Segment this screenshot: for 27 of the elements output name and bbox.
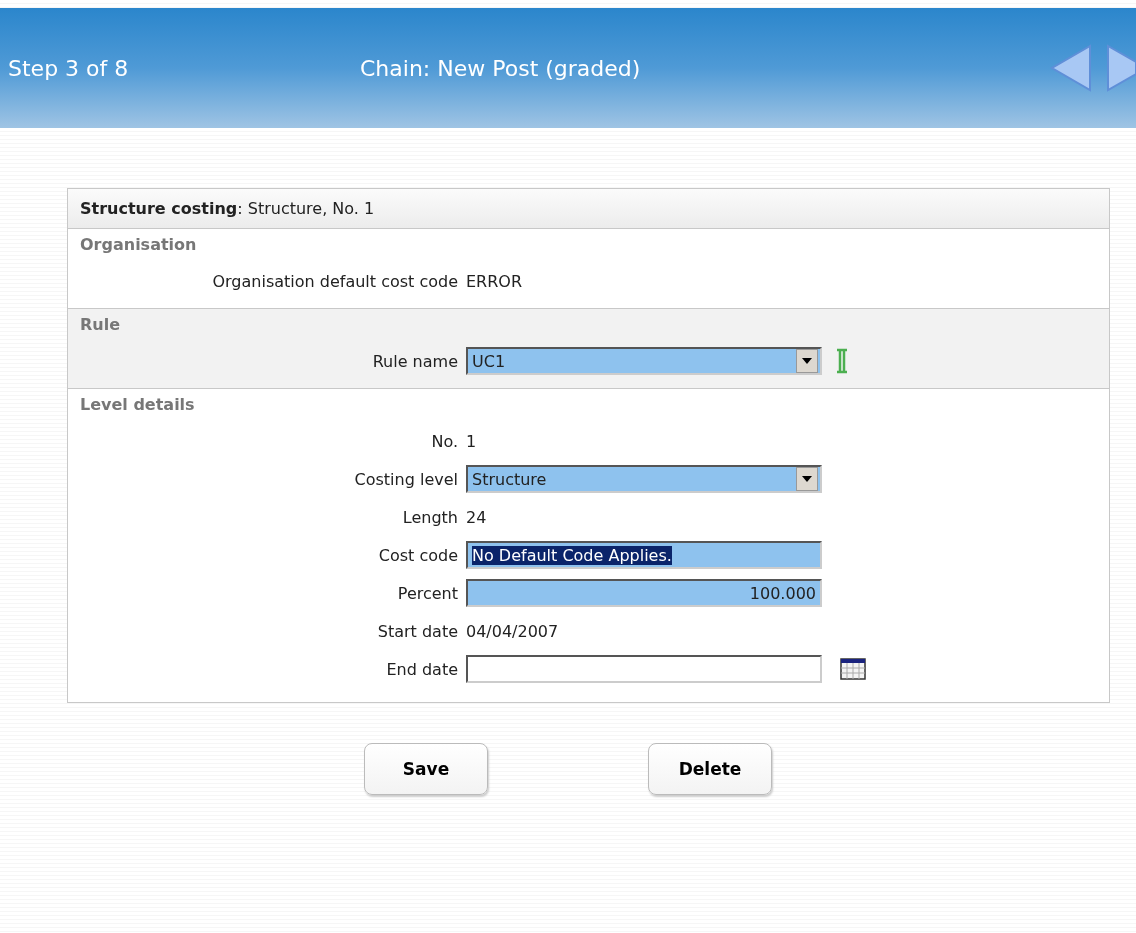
page-title: Chain: New Post (graded) <box>360 55 642 81</box>
section-title: Level details <box>79 395 196 414</box>
field-value: 1 <box>466 431 477 451</box>
section-title: Organisation <box>79 235 198 254</box>
field-label: Start date <box>376 621 459 641</box>
dropdown-field[interactable]: Structure <box>466 465 822 493</box>
step-indicator: Step 3 of 8 <box>7 55 130 81</box>
field-label: End date <box>385 659 459 679</box>
calendar-icon[interactable] <box>840 658 866 680</box>
panel-title: Structure costing: Structure, No. 1 <box>80 199 375 218</box>
field-label: Cost code <box>377 545 459 565</box>
field-value: ERROR <box>466 271 523 291</box>
date-input[interactable] <box>466 655 822 683</box>
field-label: Percent <box>396 583 459 603</box>
text-input[interactable]: 100.000 <box>466 579 822 607</box>
field-label: No. <box>430 431 459 451</box>
field-value: 24 <box>466 507 487 527</box>
section-title: Rule <box>79 315 122 334</box>
text-input[interactable]: No Default Code Applies. <box>466 541 822 569</box>
field-label: Rule name <box>371 351 459 371</box>
action-button[interactable]: Save <box>364 743 488 795</box>
action-button[interactable]: Delete <box>648 743 772 795</box>
field-label: Costing level <box>353 469 459 489</box>
field-value: 04/04/2007 <box>466 621 559 641</box>
field-label: Length <box>401 507 459 527</box>
dropdown-field[interactable]: UC1 <box>466 347 822 375</box>
field-label: Organisation default cost code <box>211 271 459 291</box>
